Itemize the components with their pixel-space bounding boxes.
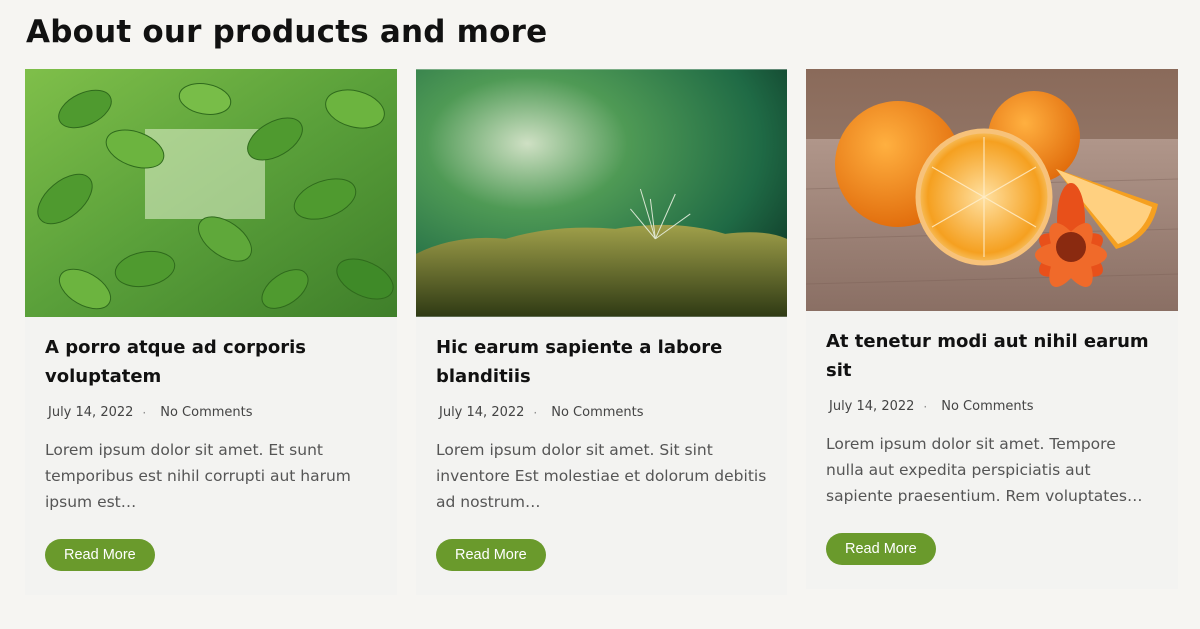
post-image-oranges[interactable] [806,69,1178,311]
post-card: At tenetur modi aut nihil earum sit July… [806,69,1178,589]
post-date[interactable]: July 14, 2022 [829,399,914,414]
meta-separator: · [923,399,928,414]
post-title-link[interactable]: Hic earum sapiente a labore blanditiis [436,333,767,391]
post-title-link[interactable]: At tenetur modi aut nihil earum sit [826,327,1158,385]
post-title-link[interactable]: A porro atque ad corporis voluptatem [45,333,377,391]
post-excerpt: Lorem ipsum dolor sit amet. Tempore null… [826,435,1143,505]
meta-separator: · [533,405,538,420]
comments-link[interactable]: No Comments [160,405,252,420]
section-title: About our products and more [26,14,548,50]
post-meta: July 14, 2022 · No Comments [826,399,1158,414]
post-image-moss[interactable] [416,69,787,317]
post-image-leaves[interactable] [25,69,397,317]
post-date[interactable]: July 14, 2022 [439,405,524,420]
post-meta: July 14, 2022 · No Comments [45,405,377,420]
comments-link[interactable]: No Comments [941,399,1033,414]
meta-separator: · [142,405,147,420]
post-card: A porro atque ad corporis voluptatem Jul… [25,69,397,595]
post-excerpt: Lorem ipsum dolor sit amet. Sit sint inv… [436,441,767,511]
read-more-button[interactable]: Read More [826,533,936,565]
read-more-button[interactable]: Read More [436,539,546,571]
read-more-button[interactable]: Read More [45,539,155,571]
post-excerpt: Lorem ipsum dolor sit amet. Et sunt temp… [45,441,351,511]
comments-link[interactable]: No Comments [551,405,643,420]
post-date[interactable]: July 14, 2022 [48,405,133,420]
post-meta: July 14, 2022 · No Comments [436,405,767,420]
post-card: Hic earum sapiente a labore blanditiis J… [416,69,787,595]
